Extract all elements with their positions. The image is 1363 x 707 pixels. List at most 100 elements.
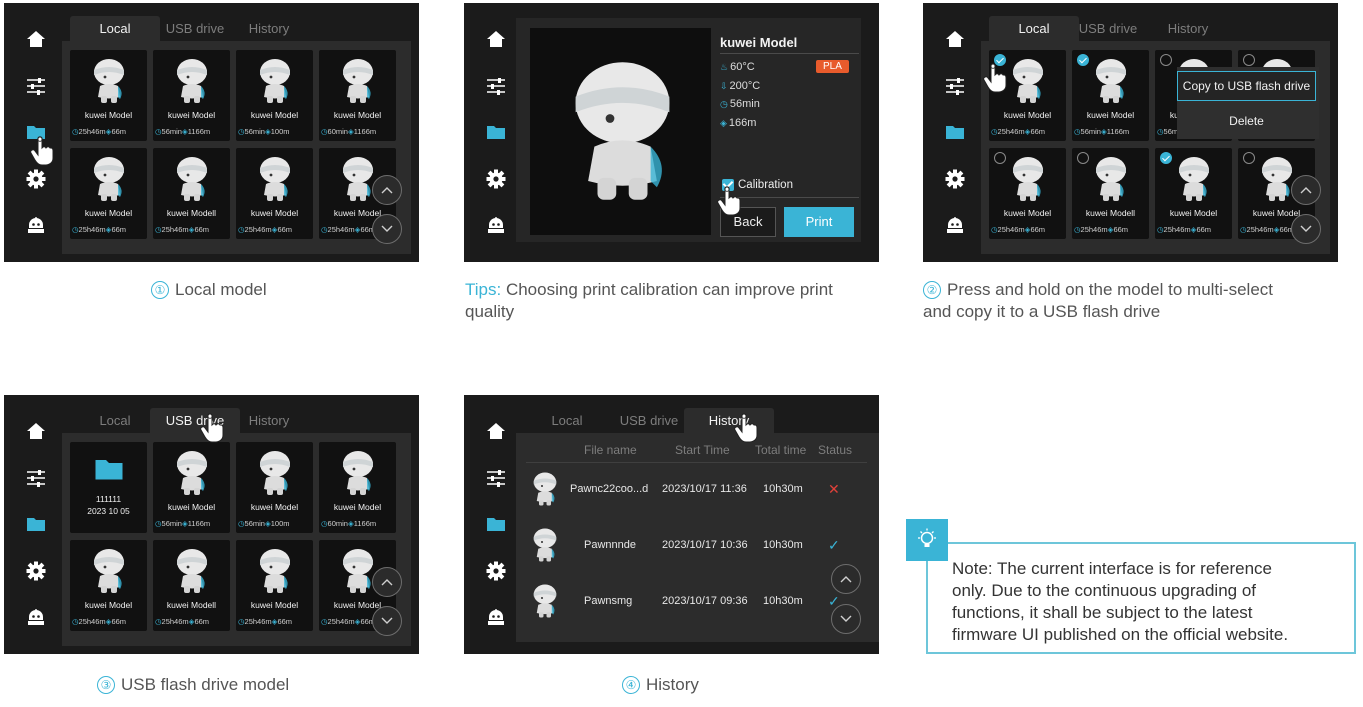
model-card[interactable]: kuwei Model ◷25h46m◈66m [1155,148,1232,239]
select-checkbox[interactable] [1077,152,1089,164]
robot-icon[interactable] [486,215,506,235]
model-thumbnail [1008,56,1048,106]
gear-icon[interactable] [945,169,965,189]
tab-bar: Local USB drive History [62,405,411,434]
model-length: 1166m [353,127,377,136]
sliders-icon[interactable] [26,76,46,96]
model-preview [530,28,711,235]
scroll-up-button[interactable] [1291,175,1321,205]
model-card[interactable]: kuwei Model ◷25h46m◈66m [70,540,147,631]
screen-usb-drive: Local USB drive History 111111 2023 10 05… [4,395,419,654]
robot-icon[interactable] [26,607,46,627]
model-card[interactable]: kuwei Model ◷25h46m◈66m [70,148,147,239]
folder-icon[interactable] [486,122,506,142]
tab-history[interactable]: History [224,16,314,42]
select-checkbox[interactable] [1160,54,1172,66]
sliders-icon[interactable] [26,468,46,488]
gear-icon[interactable] [26,169,46,189]
tab-bar: Local USB drive History [516,405,879,434]
model-card[interactable]: kuwei Model ◷25h46m◈66m [236,148,313,239]
bed-temp-icon: ♨ [720,62,729,72]
tab-history[interactable]: History [1143,16,1233,42]
col-start-time: Start Time [675,443,730,457]
model-thumbnail [338,56,378,106]
sliders-icon[interactable] [486,468,506,488]
model-card[interactable]: kuwei Model ◷56min◈1166m [1072,50,1149,141]
caption-history: ④ History [622,674,699,696]
model-card[interactable]: 111111 2023 10 05 [70,442,147,533]
copy-to-usb-button[interactable]: Copy to USB flash drive [1177,71,1316,101]
scroll-up-button[interactable] [831,564,861,594]
model-meta: ◷25h46m◈66m [155,617,230,626]
model-thumbnail [1008,154,1048,204]
model-title: kuwei Model [720,35,798,50]
select-checkbox[interactable] [1243,54,1255,66]
folder-icon[interactable] [945,122,965,142]
home-icon[interactable] [486,29,506,49]
model-time: 25h46m [161,225,189,234]
model-card[interactable]: kuwei Model ◷25h46m◈66m [70,50,147,141]
scroll-up-button[interactable] [372,567,402,597]
model-thumbnail [1174,154,1214,204]
gear-icon[interactable] [26,561,46,581]
sliders-icon[interactable] [945,76,965,96]
model-name: kuwei Model [84,600,133,610]
print-button[interactable]: Print [784,207,854,237]
home-icon[interactable] [26,421,46,441]
scroll-up-button[interactable] [372,175,402,205]
hand-pointer-icon [983,63,1007,93]
scroll-down-button[interactable] [372,606,402,636]
model-length: 66m [1030,225,1046,234]
model-card[interactable]: kuwei Model ◷60min◈1166m [319,442,396,533]
scroll-down-button[interactable] [831,604,861,634]
model-meta: ◷56min◈100m [238,519,313,528]
select-checkbox[interactable] [994,152,1006,164]
model-card[interactable]: kuwei Model ◷56min◈1166m [153,442,230,533]
folder-icon[interactable] [26,514,46,534]
hand-pointer-icon [717,186,741,216]
model-card[interactable]: kuwei Modell ◷25h46m◈66m [153,540,230,631]
robot-icon[interactable] [945,215,965,235]
gear-icon[interactable] [486,561,506,581]
model-name: kuwei Model [250,600,299,610]
home-icon[interactable] [486,421,506,441]
folder-icon[interactable] [486,514,506,534]
scroll-down-button[interactable] [372,214,402,244]
home-icon[interactable] [945,29,965,49]
tab-local[interactable]: Local [70,408,160,434]
screen-model-detail: kuwei Model PLA ♨ 60°C ⇩ 200°C ◷ 56min ◈ 166… [464,3,879,262]
robot-icon[interactable] [26,215,46,235]
tab-history[interactable]: History [224,408,314,434]
hand-pointer-icon [734,413,758,443]
tab-local[interactable]: Local [522,408,612,434]
select-checkbox[interactable] [1160,152,1172,164]
robot-icon[interactable] [486,607,506,627]
sliders-icon[interactable] [486,76,506,96]
model-thumbnail [338,448,378,498]
model-card[interactable]: kuwei Model ◷25h46m◈66m [236,540,313,631]
model-name: kuwei Model [1086,110,1135,120]
tips-text-2: quality [465,302,515,321]
step-number: ① [151,281,169,299]
home-icon[interactable] [26,29,46,49]
gear-icon[interactable] [486,169,506,189]
select-checkbox[interactable] [1077,54,1089,66]
model-card[interactable]: kuwei Model ◷25h46m◈66m [989,148,1066,239]
select-checkbox[interactable] [1243,152,1255,164]
tab-history[interactable]: History [684,408,774,434]
model-card[interactable]: kuwei Model ◷60min◈1166m [319,50,396,141]
tab-local[interactable]: Local [70,16,160,42]
model-card[interactable]: kuwei Modell ◷25h46m◈66m [1072,148,1149,239]
model-card[interactable]: kuwei Modell ◷25h46m◈66m [153,148,230,239]
delete-button[interactable]: Delete [1177,107,1316,135]
chevron-down-icon [381,616,393,626]
model-card[interactable]: kuwei Model ◷56min◈100m [236,50,313,141]
scroll-down-button[interactable] [1291,214,1321,244]
model-card[interactable]: kuwei Model ◷56min◈100m [236,442,313,533]
tab-usb-drive[interactable]: USB drive [604,408,694,434]
tab-usb-drive[interactable]: USB drive [1063,16,1153,42]
model-length: 66m [1030,127,1046,136]
step-number: ③ [97,676,115,694]
model-card[interactable]: kuwei Model ◷56min◈1166m [153,50,230,141]
model-time: 56min [161,519,182,528]
